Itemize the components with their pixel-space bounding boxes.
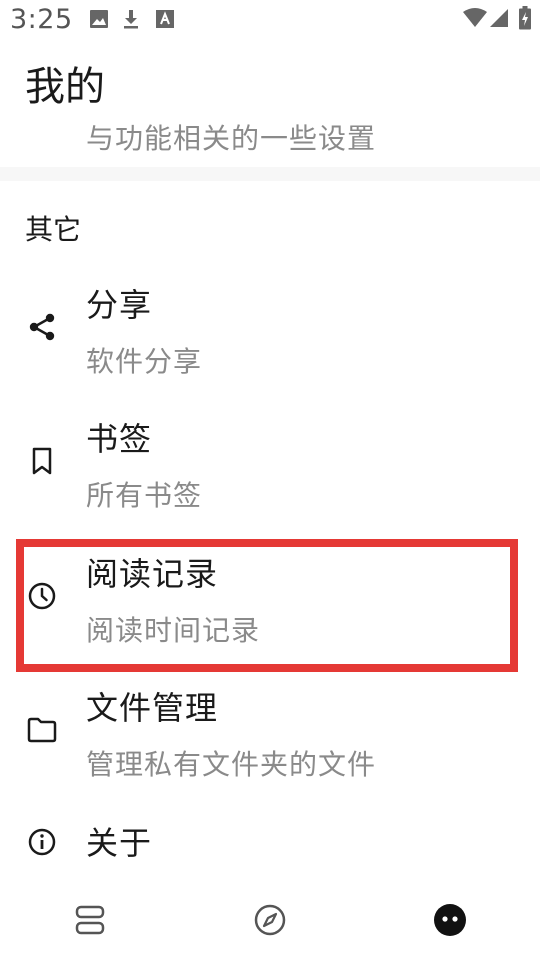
signal-icon	[489, 8, 509, 32]
status-bar: 3:25	[0, 0, 540, 40]
setting-item-about[interactable]: 关于	[0, 810, 540, 874]
setting-item-share[interactable]: 分享 软件分享	[0, 272, 540, 384]
setting-item-subtitle: 阅读时间记录	[86, 614, 261, 647]
image-icon	[89, 9, 109, 33]
nav-shelf-button[interactable]	[70, 902, 110, 942]
face-icon	[433, 903, 467, 941]
info-icon	[26, 826, 58, 858]
setting-item-subtitle: 软件分享	[86, 345, 203, 378]
setting-item-subtitle: 管理私有文件夹的文件	[86, 748, 377, 781]
share-icon	[26, 311, 58, 343]
setting-item-file-management[interactable]: 文件管理 管理私有文件夹的文件	[0, 675, 540, 787]
setting-item-subtitle: 所有书签	[86, 479, 203, 512]
section-divider	[0, 167, 540, 181]
setting-item-title: 阅读记录	[86, 555, 219, 593]
download-icon	[121, 8, 141, 34]
status-time: 3:25	[10, 4, 73, 35]
nav-mine-button[interactable]	[430, 902, 470, 942]
setting-item-title: 分享	[86, 286, 153, 324]
bookmark-icon	[26, 445, 58, 477]
text-a-icon	[155, 9, 175, 33]
screen: 3:25 我的 与功能相关的一些设置 其它 分享 软件分享 书签 所有书签 阅读…	[0, 0, 540, 960]
wifi-icon	[462, 8, 488, 32]
nav-discover-button[interactable]	[250, 902, 290, 942]
battery-charging-icon	[519, 6, 531, 34]
clock-icon	[26, 580, 58, 612]
setting-item-title: 文件管理	[86, 689, 219, 727]
setting-item-title: 书签	[86, 420, 153, 458]
compass-icon	[253, 903, 287, 941]
setting-item-reading-history[interactable]: 阅读记录 阅读时间记录	[0, 541, 540, 653]
shelf-icon	[73, 904, 107, 940]
setting-item-title: 关于	[86, 824, 153, 862]
section-title: 其它	[25, 213, 82, 246]
setting-item-bookmark[interactable]: 书签 所有书签	[0, 406, 540, 518]
folder-icon	[26, 714, 58, 746]
bottom-nav	[0, 884, 540, 960]
page-title: 我的	[25, 64, 105, 110]
page-subtitle: 与功能相关的一些设置	[86, 122, 377, 155]
